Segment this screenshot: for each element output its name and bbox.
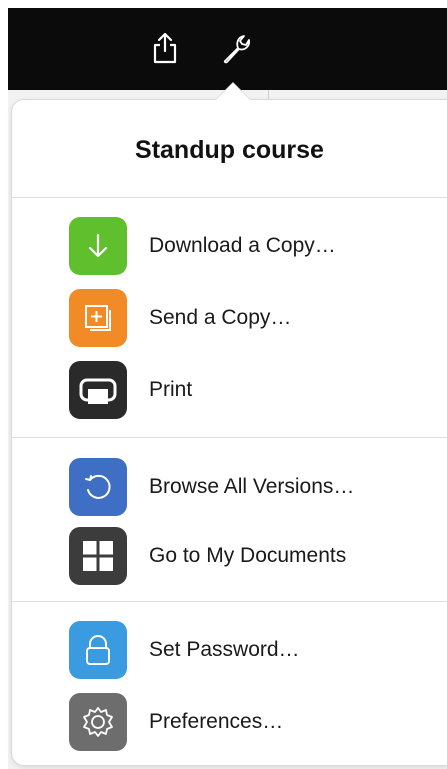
share-button[interactable]	[143, 26, 187, 70]
screen: Standup course Download a Copy… Send a C…	[0, 0, 447, 769]
menu-item-browse-versions[interactable]: Browse All Versions…	[12, 455, 447, 519]
download-icon	[69, 217, 127, 275]
share-icon	[153, 32, 177, 64]
versions-icon	[69, 458, 127, 516]
menu-item-label: Print	[149, 378, 193, 401]
gear-icon	[69, 693, 127, 751]
wrench-icon	[223, 35, 251, 64]
menu-item-print[interactable]: Print	[12, 358, 447, 422]
menu-item-label: Download a Copy…	[149, 234, 336, 257]
send-copy-icon	[69, 289, 127, 347]
divider	[12, 601, 447, 602]
tools-popover: Standup course Download a Copy… Send a C…	[12, 100, 447, 765]
divider	[12, 197, 447, 198]
menu-item-label: Preferences…	[149, 710, 284, 733]
documents-icon	[69, 527, 127, 585]
popover-arrow	[215, 83, 251, 101]
print-icon	[69, 361, 127, 419]
divider	[12, 437, 447, 438]
lock-icon	[69, 621, 127, 679]
menu-item-download[interactable]: Download a Copy…	[12, 214, 447, 278]
menu-item-preferences[interactable]: Preferences…	[12, 690, 447, 754]
popover-title: Standup course	[135, 136, 324, 164]
menu-item-label: Browse All Versions…	[149, 475, 355, 498]
menu-item-label: Send a Copy…	[149, 306, 292, 329]
menu-item-set-password[interactable]: Set Password…	[12, 618, 447, 682]
menu-item-my-documents[interactable]: Go to My Documents	[12, 524, 447, 588]
menu-item-send-copy[interactable]: Send a Copy…	[12, 286, 447, 350]
top-toolbar	[8, 8, 447, 90]
menu-item-label: Set Password…	[149, 638, 300, 661]
tools-button[interactable]	[214, 26, 258, 70]
menu-item-label: Go to My Documents	[149, 544, 347, 567]
